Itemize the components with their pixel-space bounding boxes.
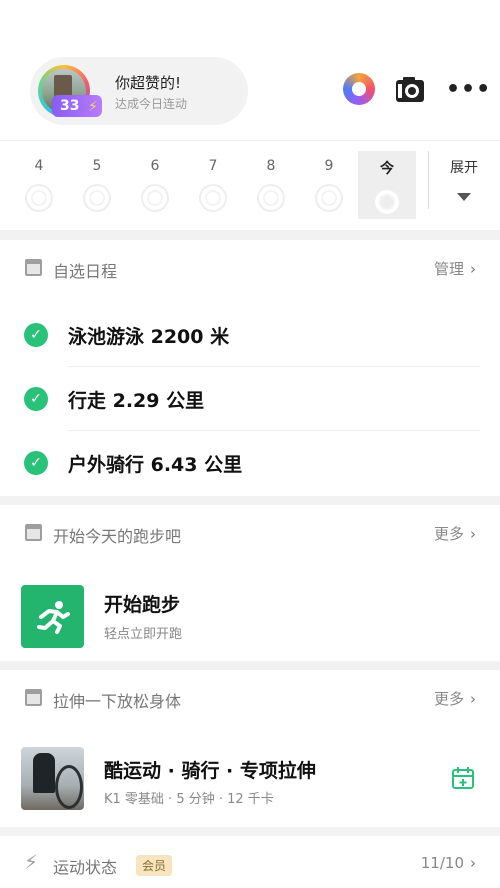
header: 33 ⚡ 你超赞的! 达成今日连动 ••• — [0, 0, 500, 140]
schedule-item-label: 户外骑行 6.43 公里 — [68, 454, 243, 476]
lightning-icon: ⚡ — [24, 850, 39, 874]
schedule-item[interactable]: ✓ 行走 2.29 公里 — [0, 367, 500, 431]
chevron-right-icon: › — [470, 525, 476, 543]
card-title: 拉伸一下放松身体 — [53, 692, 182, 711]
status-date: 11/10 — [420, 854, 464, 872]
day-number: 7 — [208, 158, 218, 174]
day-item[interactable]: 9 — [301, 151, 357, 219]
start-run-subtitle: 轻点立即开跑 — [104, 627, 183, 642]
activity-ring-icon — [83, 184, 111, 212]
greeting-subtitle: 达成今日连动 — [115, 97, 188, 111]
more-label: 更多 — [433, 690, 464, 708]
greeting-title: 你超赞的! — [115, 74, 182, 92]
day-item[interactable]: 6 — [127, 151, 183, 219]
more-label: 更多 — [433, 525, 464, 543]
day-item-today[interactable]: 今 — [358, 151, 416, 219]
camera-icon[interactable] — [395, 76, 425, 104]
profile-card[interactable]: 33 ⚡ 你超赞的! 达成今日连动 — [30, 57, 248, 125]
level-number: 33 — [60, 98, 80, 114]
day-item[interactable]: 8 — [243, 151, 299, 219]
bolt-icon: ⚡ — [88, 99, 98, 115]
schedule-item-label: 泳池游泳 2200 米 — [68, 326, 230, 348]
run-card: 开始今天的跑步吧 更多 › 开始跑步 轻点立即开跑 — [0, 505, 500, 661]
day-number: 4 — [34, 158, 44, 174]
level-badge: 33 ⚡ — [52, 95, 102, 117]
day-number: 9 — [324, 158, 334, 174]
workout-subtitle: K1 零基础 · 5 分钟 · 12 千卡 — [104, 792, 274, 807]
caret-down-icon — [457, 193, 471, 201]
workout-title[interactable]: 酷运动 · 骑行 · 专项拉伸 — [104, 756, 316, 783]
day-number: 5 — [92, 158, 102, 174]
calendar-icon — [25, 689, 42, 706]
more-link[interactable]: 更多 › — [434, 523, 476, 544]
card-header: 自选日程 管理 › — [0, 240, 500, 296]
manage-label: 管理 — [433, 260, 464, 278]
runner-icon — [37, 601, 70, 634]
activity-ring-icon — [199, 184, 227, 212]
schedule-card: 自选日程 管理 › ✓ 泳池游泳 2200 米 ✓ 行走 2.29 公里 ✓ 户外… — [0, 240, 500, 496]
more-link[interactable]: 更多 › — [434, 688, 476, 709]
card-header: 拉伸一下放松身体 更多 › — [0, 670, 500, 726]
calendar-icon — [25, 524, 42, 541]
card-title: 开始今天的跑步吧 — [53, 527, 182, 546]
schedule-item[interactable]: ✓ 户外骑行 6.43 公里 — [0, 431, 500, 495]
activity-ring-icon — [141, 184, 169, 212]
chevron-right-icon: › — [470, 854, 476, 872]
day-item[interactable]: 7 — [185, 151, 241, 219]
check-icon: ✓ — [24, 323, 48, 347]
chevron-right-icon: › — [470, 260, 476, 278]
activity-ring-icon — [373, 188, 401, 216]
schedule-item-label: 行走 2.29 公里 — [68, 390, 205, 412]
card-title: 运动状态 — [53, 858, 118, 877]
chevron-right-icon: › — [470, 690, 476, 708]
expand-button[interactable]: 展开 — [440, 157, 488, 201]
day-number: 8 — [266, 158, 276, 174]
activity-ring-icon — [25, 184, 53, 212]
day-number: 6 — [150, 158, 160, 174]
schedule-item[interactable]: ✓ 泳池游泳 2200 米 — [0, 303, 500, 367]
stretch-card: 拉伸一下放松身体 更多 › 酷运动 · 骑行 · 专项拉伸 K1 零基础 · 5 … — [0, 670, 500, 827]
check-icon: ✓ — [24, 387, 48, 411]
activity-ring-icon — [315, 184, 343, 212]
run-icon[interactable] — [21, 585, 84, 648]
expand-label: 展开 — [450, 160, 478, 176]
achievement-icon[interactable] — [343, 73, 375, 105]
check-icon: ✓ — [24, 451, 48, 475]
vip-badge: 会员 — [136, 855, 173, 876]
start-run-title[interactable]: 开始跑步 — [104, 590, 180, 617]
calendar-icon — [25, 259, 42, 276]
workout-thumbnail[interactable] — [21, 747, 84, 810]
add-to-calendar-icon[interactable] — [451, 766, 475, 790]
status-date-link[interactable]: 11/10 › — [421, 854, 476, 872]
day-item[interactable]: 5 — [69, 151, 125, 219]
divider — [428, 151, 429, 209]
card-title: 自选日程 — [53, 262, 118, 281]
manage-link[interactable]: 管理 › — [434, 258, 476, 279]
status-card: ⚡ 运动状态 会员 11/10 › — [0, 836, 500, 888]
day-number: 今 — [380, 161, 394, 177]
more-icon[interactable]: ••• — [446, 79, 491, 101]
card-header: 开始今天的跑步吧 更多 › — [0, 505, 500, 561]
day-item[interactable]: 4 — [11, 151, 67, 219]
activity-ring-icon — [257, 184, 285, 212]
week-strip: 4 5 6 7 8 9 今 展开 — [0, 140, 500, 230]
